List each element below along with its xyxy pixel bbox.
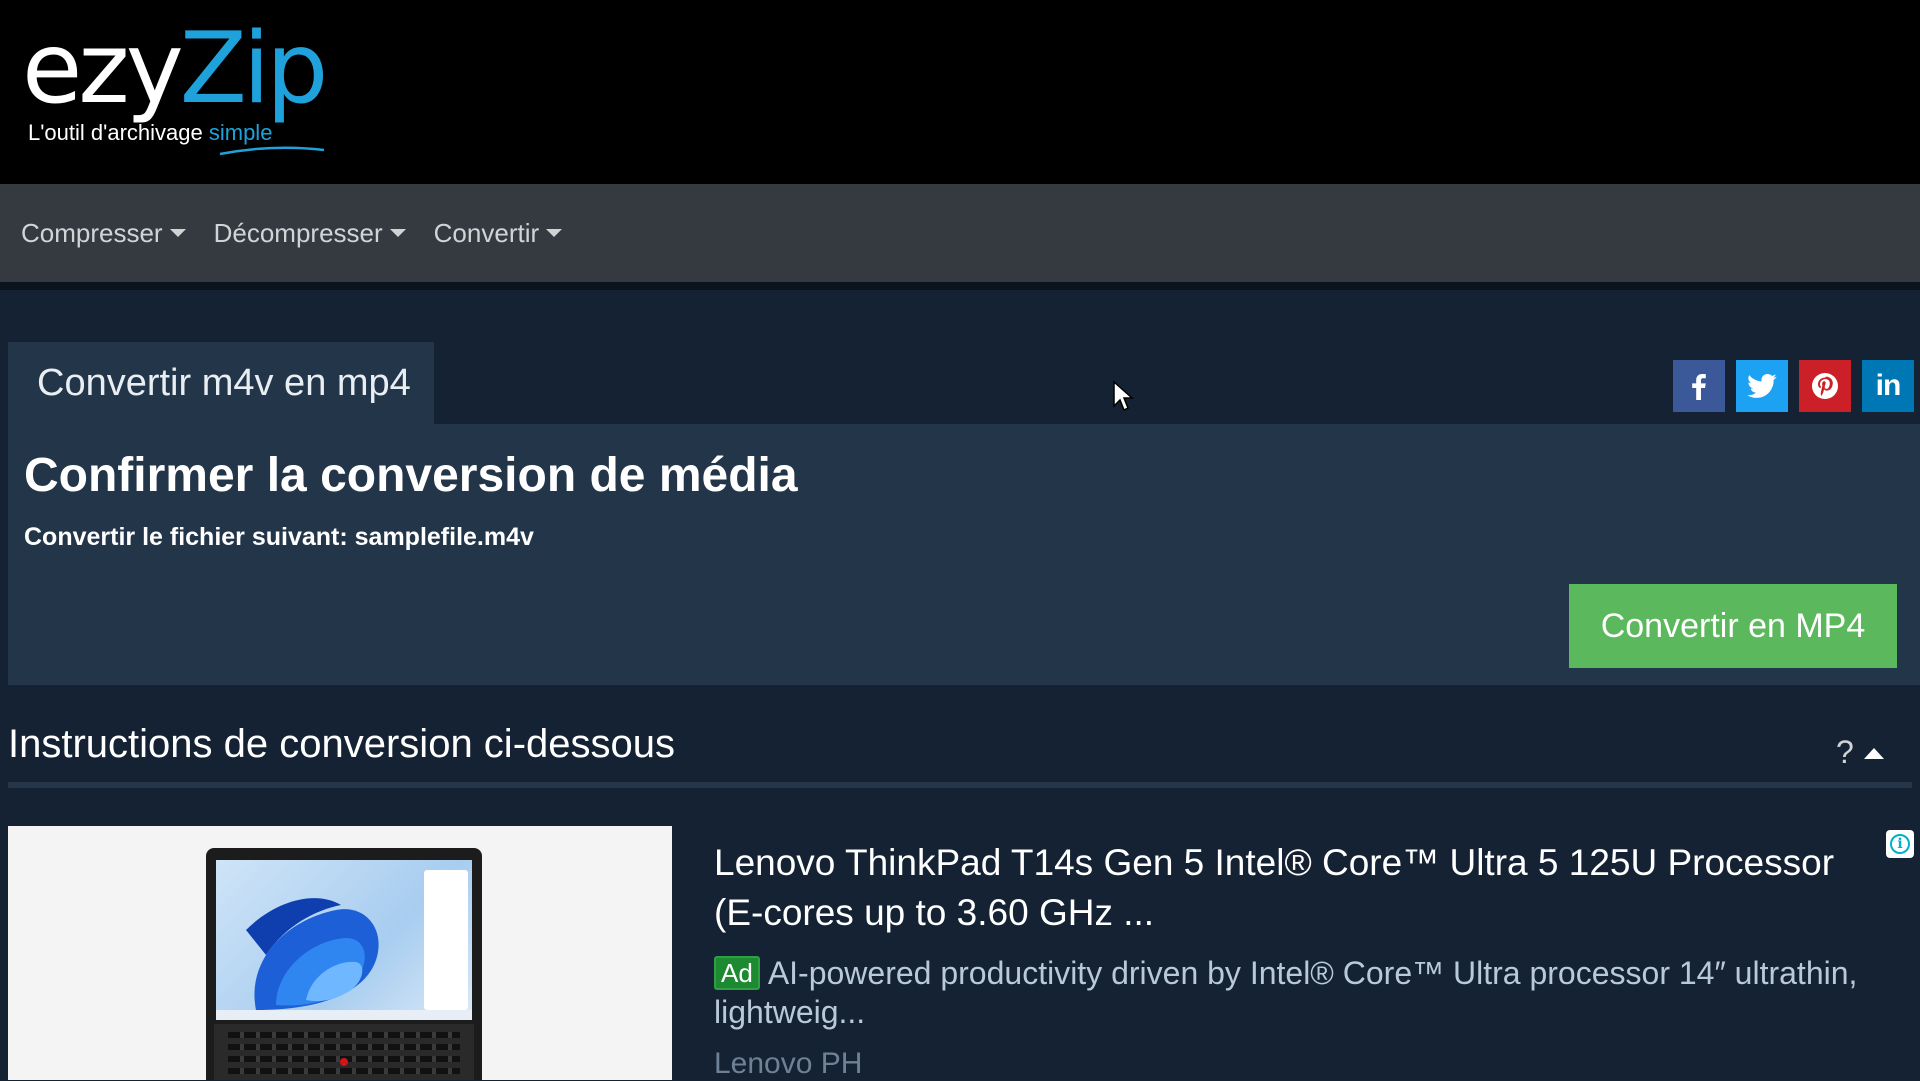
conversion-card: Confirmer la conversion de média Convert… — [8, 424, 1920, 685]
section-divider — [8, 782, 1912, 788]
key-row — [228, 1068, 460, 1074]
caret-down-icon — [389, 229, 406, 237]
convert-to-mp4-button[interactable]: Convertir en MP4 — [1569, 584, 1897, 668]
caret-down-icon — [546, 229, 563, 237]
ad-product-image[interactable] — [8, 826, 672, 1080]
site-header: ezyZip L'outil d'archivage simple — [0, 0, 1920, 184]
file-name-line: Convertir le fichier suivant: samplefile… — [24, 523, 534, 551]
share-linkedin-button[interactable]: in — [1862, 360, 1914, 412]
nav-decompresser-dropdown[interactable]: Décompresser — [214, 218, 406, 249]
nav-compresser-label: Compresser — [21, 217, 163, 248]
nav-divider — [0, 282, 1920, 290]
ad-source[interactable]: Lenovo PH — [714, 1047, 862, 1081]
laptop-screen — [216, 860, 472, 1020]
key-row — [228, 1044, 460, 1050]
help-question-icon[interactable]: ? — [1836, 734, 1854, 771]
logo-ezy: ezy — [22, 12, 184, 126]
tab-convertir-m4v-mp4[interactable]: Convertir m4v en mp4 — [8, 342, 434, 424]
tab-label: Convertir m4v en mp4 — [37, 361, 411, 404]
share-pinterest-button[interactable] — [1799, 360, 1851, 412]
logo-tagline-accent: simple — [208, 120, 273, 145]
main-navbar: Compresser Décompresser Convertir — [0, 184, 1920, 282]
facebook-icon — [1692, 374, 1706, 400]
mouse-cursor-icon — [1113, 380, 1134, 412]
laptop-image — [206, 848, 482, 1080]
key-row — [228, 1032, 460, 1038]
logo-wordmark: ezyZip — [22, 12, 329, 126]
card-title: Confirmer la conversion de média — [24, 449, 798, 502]
ezyzip-logo[interactable]: ezyZip L'outil d'archivage simple — [22, 12, 329, 164]
ad-headline-link[interactable]: Lenovo ThinkPad T14s Gen 5 Intel® Core™ … — [714, 838, 1874, 938]
nav-decompresser-label: Décompresser — [213, 217, 383, 248]
pinterest-icon — [1812, 373, 1838, 399]
ad-badge: Ad — [714, 956, 760, 990]
caret-down-icon — [169, 229, 186, 237]
instructions-heading: Instructions de conversion ci-dessous — [8, 722, 675, 766]
nav-compresser-dropdown[interactable]: Compresser — [21, 218, 186, 249]
collapse-arrow-icon[interactable] — [1864, 748, 1884, 759]
twitter-bird-icon — [1747, 374, 1777, 398]
nav-convertir-dropdown[interactable]: Convertir — [433, 217, 563, 249]
logo-tagline-text: L'outil d'archivage — [28, 120, 209, 145]
nav-convertir-label: Convertir — [433, 217, 540, 248]
taskbar — [216, 1010, 472, 1020]
logo-tagline: L'outil d'archivage simple — [28, 120, 272, 146]
share-twitter-button[interactable] — [1736, 360, 1788, 412]
linkedin-icon: in — [1875, 369, 1902, 402]
ad-description-text: AI-powered productivity driven by Intel®… — [714, 955, 1858, 1030]
trackpoint — [340, 1058, 348, 1066]
laptop-keyboard — [214, 1024, 474, 1080]
ad-info-button[interactable]: i — [1886, 830, 1914, 858]
logo-zip: Zip — [179, 12, 329, 126]
logo-swoosh-icon — [219, 146, 325, 156]
copilot-panel — [424, 870, 468, 1010]
share-facebook-button[interactable] — [1673, 360, 1725, 412]
info-icon: i — [1890, 834, 1910, 854]
ad-description: Ad AI-powered productivity driven by Inte… — [714, 954, 1874, 1032]
